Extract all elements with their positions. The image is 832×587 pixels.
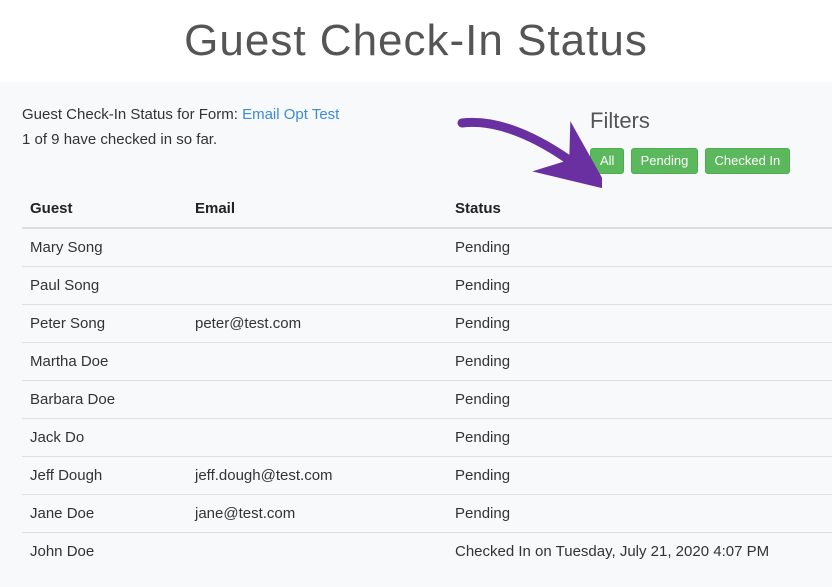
cell-status: Pending [447,457,832,495]
cell-status: Pending [447,495,832,533]
cell-guest: Jane Doe [22,495,187,533]
cell-email [187,228,447,267]
filters-area: Filters All Pending Checked In [590,108,792,174]
cell-email: jane@test.com [187,495,447,533]
cell-guest: Jack Do [22,419,187,457]
main-panel: Guest Check-In Status for Form: Email Op… [0,82,832,587]
guest-table: Guest Email Status Mary SongPendingPaul … [22,190,832,570]
intro-prefix: Guest Check-In Status for Form: [22,106,242,123]
table-row: Peter Songpeter@test.comPending [22,305,832,343]
filters-heading: Filters [590,108,792,134]
col-guest: Guest [22,190,187,228]
page-header: Guest Check-In Status [0,0,832,82]
cell-guest: Paul Song [22,267,187,305]
table-row: Jane Doejane@test.comPending [22,495,832,533]
filter-pending-button[interactable]: Pending [631,148,699,174]
cell-status: Checked In on Tuesday, July 21, 2020 4:0… [447,533,832,571]
cell-email [187,267,447,305]
cell-guest: Martha Doe [22,343,187,381]
cell-guest: John Doe [22,533,187,571]
cell-guest: Jeff Dough [22,457,187,495]
filter-all-button[interactable]: All [590,148,624,174]
col-email: Email [187,190,447,228]
cell-email: peter@test.com [187,305,447,343]
form-link[interactable]: Email Opt Test [242,106,339,123]
table-row: Martha Doe Pending [22,343,832,381]
cell-guest: Barbara Doe [22,381,187,419]
table-row: John Doe Checked In on Tuesday, July 21, … [22,533,832,571]
cell-guest: Mary Song [22,228,187,267]
table-header-row: Guest Email Status [22,190,832,228]
cell-email [187,343,447,381]
table-row: Jack Do Pending [22,419,832,457]
table-row: Mary Song Pending [22,228,832,267]
cell-status: Pending [447,419,832,457]
cell-status: Pending [447,343,832,381]
cell-email [187,533,447,571]
filter-checked-in-button[interactable]: Checked In [705,148,791,174]
table-row: Barbara Doe Pending [22,381,832,419]
col-status: Status [447,190,832,228]
cell-status: Pending [447,381,832,419]
cell-email [187,381,447,419]
cell-guest: Peter Song [22,305,187,343]
cell-status: Pending [447,228,832,267]
page-title: Guest Check-In Status [0,0,832,66]
cell-status: Pending [447,267,832,305]
cell-email: jeff.dough@test.com [187,457,447,495]
table-row: Paul Song Pending [22,267,832,305]
cell-email [187,419,447,457]
cell-status: Pending [447,305,832,343]
table-row: Jeff Doughjeff.dough@test.comPending [22,457,832,495]
